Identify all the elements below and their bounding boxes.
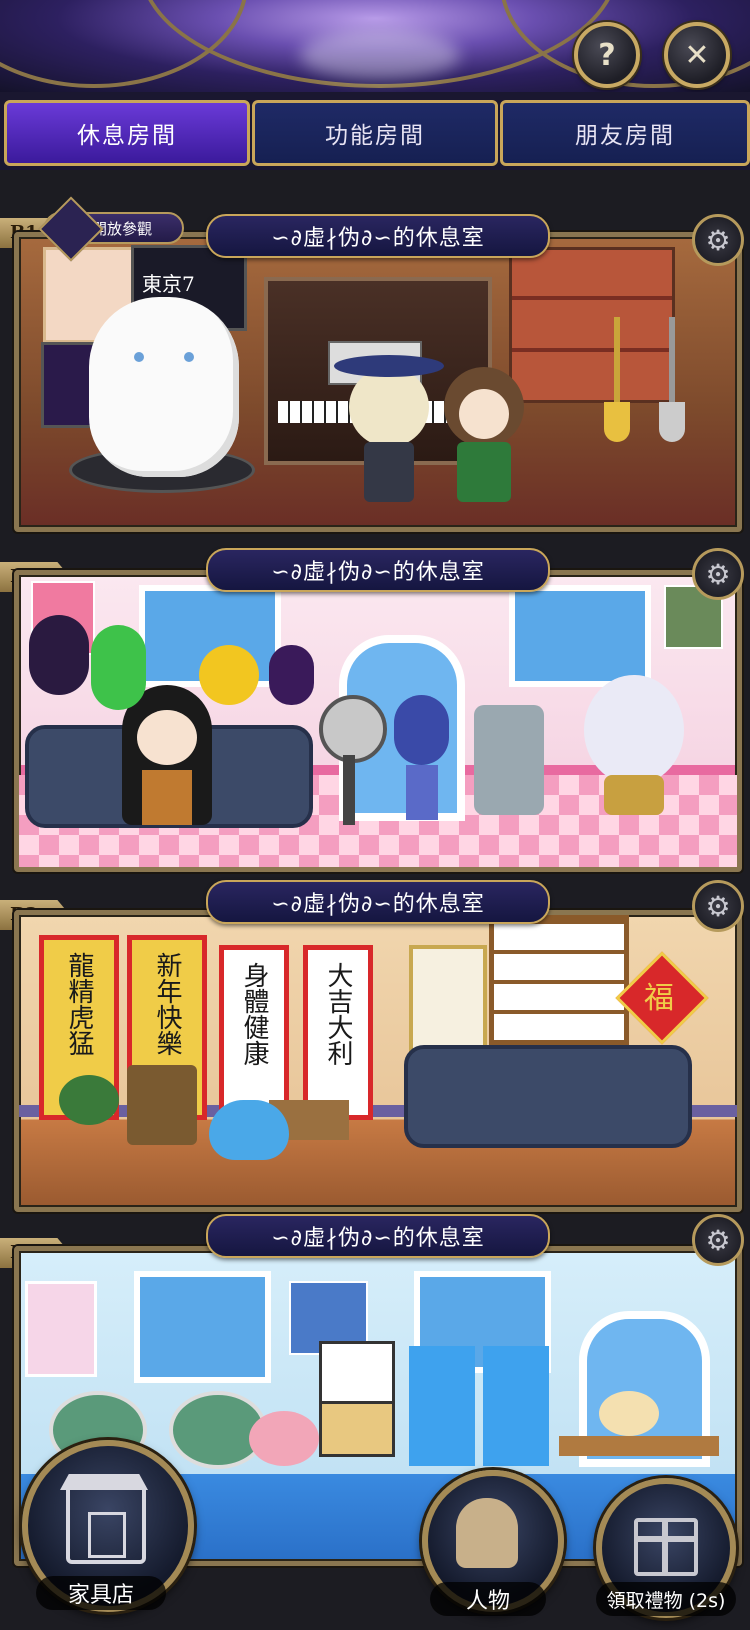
banner-text: 龍精虎猛 bbox=[64, 952, 94, 1056]
room-settings-button-b3[interactable]: ⚙ bbox=[692, 880, 744, 932]
question-mark-icon: ? bbox=[598, 37, 616, 73]
white-cat-character[interactable] bbox=[89, 297, 239, 477]
help-button[interactable]: ? bbox=[574, 22, 640, 88]
chibi-girl-black-hair[interactable] bbox=[117, 685, 217, 835]
cloud-glow bbox=[300, 30, 460, 80]
room-b2[interactable] bbox=[14, 570, 742, 872]
characters-label: 人物 bbox=[430, 1582, 546, 1616]
photo-wall bbox=[509, 247, 675, 403]
tab-friend-room[interactable]: 朋友房間 bbox=[500, 100, 750, 166]
yellow-emoji-plush[interactable] bbox=[199, 645, 259, 705]
tab-label: 朋友房間 bbox=[575, 123, 675, 149]
bench bbox=[559, 1436, 719, 1456]
chibi-blue-hair[interactable] bbox=[394, 695, 449, 825]
window bbox=[134, 1271, 271, 1383]
banner-text: 大吉大利 bbox=[323, 962, 353, 1066]
room-settings-button-b2[interactable]: ⚙ bbox=[692, 548, 744, 600]
blue-sofa bbox=[404, 1045, 692, 1148]
window bbox=[509, 585, 651, 687]
room-b3[interactable]: 龍精虎猛 新年快樂 身體健康 大吉大利 福 bbox=[14, 910, 742, 1212]
training-target[interactable] bbox=[319, 695, 387, 835]
room-settings-button-b4[interactable]: ⚙ bbox=[692, 1214, 744, 1266]
room-settings-button-b1[interactable]: ⚙ bbox=[692, 214, 744, 266]
room-name-b4: ∽∂虛∤伪∂∽的休息室 bbox=[206, 1214, 550, 1258]
gear-icon: ⚙ bbox=[705, 223, 731, 257]
bonsai bbox=[59, 1075, 119, 1125]
tab-label: 功能房間 bbox=[325, 123, 425, 149]
claim-gift-label: 領取禮物 (2s) bbox=[596, 1582, 736, 1616]
chibi-green-hair[interactable] bbox=[91, 625, 146, 710]
chibi-white-angel[interactable] bbox=[579, 675, 689, 825]
room-name-b1: ∽∂虛∤伪∂∽的休息室 bbox=[206, 214, 550, 258]
chibi-purple[interactable] bbox=[29, 615, 89, 695]
chair bbox=[127, 1065, 197, 1145]
blue-cat-cubes bbox=[409, 1346, 549, 1466]
close-x-icon: ✕ bbox=[684, 37, 710, 73]
lattice-window bbox=[489, 915, 629, 1045]
chibi-girl-blonde[interactable] bbox=[334, 355, 444, 507]
open-visit-toggle[interactable]: 開放參觀 bbox=[38, 196, 184, 262]
banner-text: 新年快樂 bbox=[152, 952, 182, 1056]
room-name-b2: ∽∂虛∤伪∂∽的休息室 bbox=[206, 548, 550, 592]
room-name-b3: ∽∂虛∤伪∂∽的休息室 bbox=[206, 880, 550, 924]
banner-text: 身體健康 bbox=[239, 962, 269, 1066]
dog-box bbox=[319, 1401, 395, 1457]
silver-shovel bbox=[659, 317, 685, 447]
pink-pig-plush[interactable] bbox=[249, 1411, 319, 1466]
poster bbox=[25, 1281, 97, 1377]
close-button[interactable]: ✕ bbox=[664, 22, 730, 88]
character-portrait-icon bbox=[456, 1498, 518, 1568]
room-tabs: 休息房間 功能房間 朋友房間 bbox=[0, 92, 750, 170]
blue-cat-plush[interactable] bbox=[209, 1100, 289, 1160]
couplet-banner: 身體健康 bbox=[219, 945, 289, 1120]
shop-building-icon bbox=[60, 1474, 148, 1564]
tab-function-room[interactable]: 功能房間 bbox=[252, 100, 498, 166]
mecha-figure[interactable] bbox=[474, 705, 544, 815]
hamster-plush[interactable] bbox=[599, 1391, 659, 1436]
gear-icon: ⚙ bbox=[705, 1223, 731, 1257]
gift-box-icon bbox=[634, 1518, 698, 1576]
tab-label: 休息房間 bbox=[77, 123, 177, 149]
room-b1[interactable]: 東京7 bbox=[14, 232, 742, 532]
couplet-banner: 大吉大利 bbox=[303, 945, 373, 1120]
chibi-girl-green[interactable] bbox=[439, 367, 529, 507]
gold-shovel bbox=[604, 317, 630, 447]
tab-rest-room[interactable]: 休息房間 bbox=[4, 100, 250, 166]
gear-icon: ⚙ bbox=[705, 557, 731, 591]
gear-icon: ⚙ bbox=[705, 889, 731, 923]
fortune-sign-text: 福 bbox=[644, 981, 674, 1016]
rabbit-box bbox=[319, 1341, 395, 1407]
dark-gem-ornament bbox=[269, 645, 314, 705]
furniture-shop-label: 家具店 bbox=[36, 1576, 166, 1610]
